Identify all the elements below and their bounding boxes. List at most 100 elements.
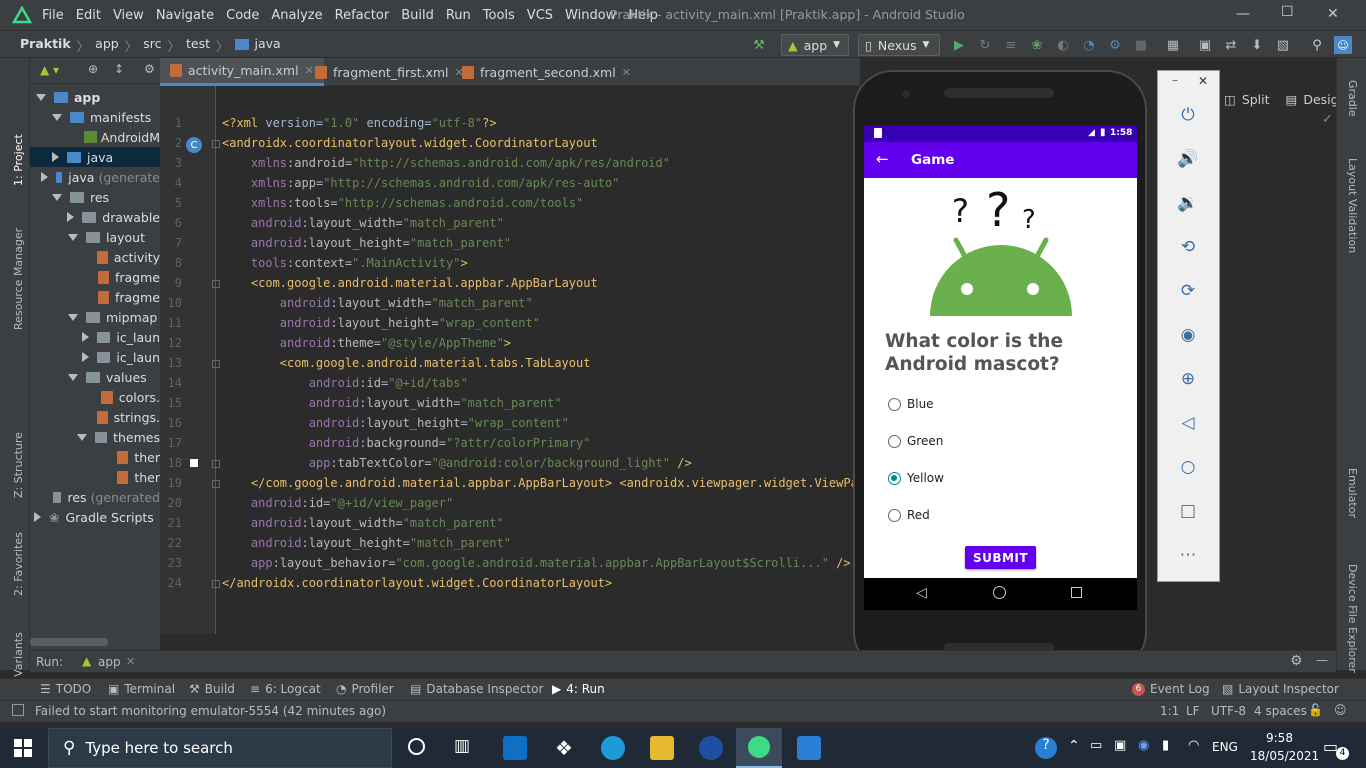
windows-start-icon[interactable]: [14, 739, 32, 757]
menu-tools[interactable]: Tools: [483, 8, 515, 23]
run-config-tab[interactable]: app: [98, 655, 121, 669]
locate-icon[interactable]: ⊕: [88, 62, 98, 76]
terminal-tool[interactable]: ▣ Terminal: [108, 682, 175, 696]
search-icon[interactable]: ⚲: [1308, 36, 1326, 54]
profile-icon[interactable]: ◔: [1080, 36, 1098, 54]
tree-row-fragment-2[interactable]: fragme: [30, 287, 160, 307]
menu-run[interactable]: Run: [446, 8, 471, 23]
tree-row-colors[interactable]: colors.: [30, 387, 160, 407]
fold-marker-icon[interactable]: [212, 580, 220, 588]
android-view-icon[interactable]: ▲ ▾: [40, 63, 59, 77]
hide-icon[interactable]: —: [1316, 653, 1328, 667]
tree-row-themes[interactable]: themes: [30, 427, 160, 447]
run-icon[interactable]: ▶: [950, 36, 968, 54]
menu-window[interactable]: Window: [565, 8, 616, 23]
task-view-icon[interactable]: ▥: [454, 736, 470, 756]
minimize-emulator-icon[interactable]: –: [1172, 73, 1178, 87]
code-line[interactable]: app:layout_behavior="com.google.android.…: [222, 556, 851, 570]
radio-button[interactable]: [888, 434, 901, 448]
submit-button[interactable]: SUBMIT: [965, 546, 1036, 569]
code-line[interactable]: <com.google.android.material.appbar.AppB…: [222, 276, 598, 290]
tree-row-theme-2[interactable]: ther: [30, 467, 160, 487]
tree-row-res-generated[interactable]: res (generated: [30, 487, 160, 507]
tab-layout-validation[interactable]: Layout Validation: [1346, 158, 1359, 253]
home-icon[interactable]: ○: [1177, 456, 1199, 478]
device-select[interactable]: ▯ Nexus ▼: [858, 34, 940, 56]
tab-structure[interactable]: Z: Structure: [12, 432, 25, 498]
todo-tool[interactable]: ☰ TODO: [40, 682, 91, 696]
fold-marker-icon[interactable]: [212, 460, 220, 468]
code-line[interactable]: android:layout_width="match_parent": [222, 396, 562, 410]
code-line[interactable]: android:id="@+id/tabs": [222, 376, 468, 390]
code-line[interactable]: <?xml version="1.0" encoding="utf-8"?>: [222, 116, 497, 130]
language-indicator[interactable]: ENG: [1212, 740, 1238, 754]
nav-back-icon[interactable]: ◁: [916, 585, 927, 601]
status-message[interactable]: Failed to start monitoring emulator-5554…: [35, 704, 386, 718]
crumb-test[interactable]: test: [186, 36, 210, 55]
mail-app-icon[interactable]: [503, 736, 527, 760]
fold-marker-icon[interactable]: [212, 280, 220, 288]
event-log-tool[interactable]: 6 Event Log: [1132, 682, 1210, 696]
back-icon[interactable]: ◁: [1177, 412, 1199, 434]
code-line[interactable]: xmlns:app="http://schemas.android.com/ap…: [222, 176, 620, 190]
layout-inspector-tool[interactable]: ▧ Layout Inspector: [1222, 682, 1339, 696]
hammer-icon[interactable]: ⚒: [750, 36, 768, 54]
apply-changes-icon[interactable]: ≡: [1002, 36, 1020, 54]
project-structure-icon[interactable]: ▦: [1164, 36, 1182, 54]
tree-row-android-manifest[interactable]: AndroidM: [30, 127, 160, 147]
photos-app-icon[interactable]: [797, 736, 821, 760]
debugger-icon[interactable]: ⚙: [1106, 36, 1124, 54]
minimize-icon[interactable]: —: [1236, 6, 1250, 22]
tree-row-res[interactable]: res: [30, 187, 160, 207]
layout-inspector-icon[interactable]: ▧: [1274, 36, 1292, 54]
dropbox-icon[interactable]: ❖: [552, 736, 576, 760]
camera-screenshot-icon[interactable]: ◉: [1177, 324, 1199, 346]
debug-icon[interactable]: ❀: [1028, 36, 1046, 54]
close-emulator-icon[interactable]: ✕: [1198, 74, 1208, 88]
sync-icon[interactable]: ⇄: [1222, 36, 1240, 54]
build-tool[interactable]: ⚒ Build: [189, 682, 235, 696]
radio-button[interactable]: [888, 508, 901, 522]
crumb-module[interactable]: app: [95, 36, 119, 55]
tree-row-activity[interactable]: activity: [30, 247, 160, 267]
code-line[interactable]: android:background="?attr/colorPrimary": [222, 436, 591, 450]
account-icon[interactable]: ☺: [1334, 36, 1352, 54]
clock-date[interactable]: 18/05/2021: [1250, 749, 1319, 763]
crumb-project[interactable]: Praktik: [20, 36, 71, 55]
nav-recents-icon[interactable]: [1071, 587, 1082, 598]
option-green[interactable]: Green: [888, 434, 943, 448]
tree-row-manifests[interactable]: manifests: [30, 107, 160, 127]
code-line[interactable]: android:layout_height="wrap_content": [222, 416, 569, 430]
tab-fragment-second[interactable]: fragment_second.xml ✕: [452, 58, 641, 86]
tree-row-ic-launcher-2[interactable]: ic_laun: [30, 347, 160, 367]
code-line[interactable]: android:id="@+id/view_pager": [222, 496, 453, 510]
android-studio-taskbar-button[interactable]: [736, 728, 782, 768]
back-arrow-icon[interactable]: ←: [876, 150, 889, 168]
battery-tray-icon[interactable]: ▮: [1162, 738, 1169, 753]
rotate-right-icon[interactable]: ⟳: [1177, 280, 1199, 302]
menu-navigate[interactable]: Navigate: [156, 8, 214, 23]
volume-down-icon[interactable]: 🔉: [1177, 192, 1199, 214]
tab-project[interactable]: 1: Project: [12, 134, 25, 186]
sdk-manager-icon[interactable]: ⬇: [1248, 36, 1266, 54]
fold-marker-icon[interactable]: [212, 360, 220, 368]
attach-icon[interactable]: ◐: [1054, 36, 1072, 54]
split-button[interactable]: Split: [1242, 92, 1270, 107]
lock-icon[interactable]: 🔓: [1308, 703, 1323, 717]
tree-row-app[interactable]: app: [30, 87, 160, 107]
tree-row-gradle-scripts[interactable]: ❀ Gradle Scripts: [30, 507, 160, 527]
code-line[interactable]: android:layout_height="wrap_content": [222, 316, 540, 330]
network-icon[interactable]: ▭: [1090, 738, 1102, 753]
radio-button[interactable]: [888, 397, 901, 411]
code-line[interactable]: xmlns:android="http://schemas.android.co…: [222, 156, 670, 170]
rerun-icon[interactable]: ↻: [976, 36, 994, 54]
tree-row-java[interactable]: java: [30, 147, 160, 167]
tab-activity-main[interactable]: activity_main.xml ✕: [160, 58, 324, 86]
file-explorer-icon[interactable]: [650, 736, 674, 760]
camera-tray-icon[interactable]: ▣: [1114, 738, 1126, 753]
tab-fragment-first[interactable]: fragment_first.xml ✕: [305, 58, 474, 86]
chevron-up-icon[interactable]: ⌃: [1068, 738, 1080, 754]
tree-row-layout[interactable]: layout: [30, 227, 160, 247]
run-tool[interactable]: ▶ 4: Run: [552, 682, 605, 696]
caret-position[interactable]: 1:1: [1160, 704, 1179, 718]
